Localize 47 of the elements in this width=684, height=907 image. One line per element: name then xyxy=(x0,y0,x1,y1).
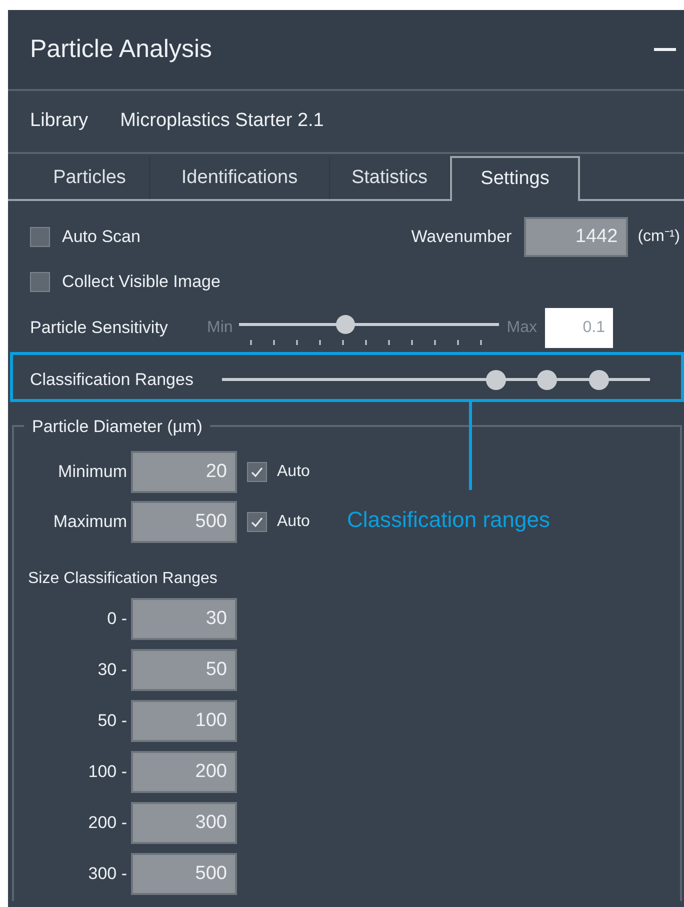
min-label: Min xyxy=(207,318,233,338)
slider-thumb[interactable] xyxy=(486,370,506,390)
max-label: Max xyxy=(506,318,538,338)
library-value: Microplastics Starter 2.1 xyxy=(120,109,324,134)
checkbox[interactable] xyxy=(30,272,50,292)
tab[interactable]: Identifications xyxy=(150,157,330,199)
input-field[interactable]: 20 xyxy=(131,451,237,493)
section-title: Size Classification Ranges xyxy=(28,569,218,589)
slider-track[interactable] xyxy=(238,323,499,326)
range-label: 200 - xyxy=(87,812,128,834)
input-field[interactable]: 1442 xyxy=(524,217,628,257)
range-label: 50 - xyxy=(96,710,128,732)
range-label: 30 - xyxy=(96,658,128,681)
input-field[interactable]: 500 xyxy=(131,501,237,543)
annotation-label: Classification ranges xyxy=(347,506,550,534)
checkbox-label: Auto xyxy=(277,512,310,532)
range-label: 300 - xyxy=(87,862,128,885)
checkbox[interactable] xyxy=(30,227,50,247)
input-field[interactable]: 300 xyxy=(131,802,237,844)
slider-thumb[interactable] xyxy=(336,315,356,334)
check-icon xyxy=(250,515,264,529)
range-label: 0 - xyxy=(106,608,128,630)
panel-title: Particle Analysis xyxy=(30,34,212,65)
checkbox-label: Auto Scan xyxy=(62,226,140,248)
input-field[interactable]: 0.1 xyxy=(545,308,614,348)
tab[interactable]: Particles xyxy=(30,157,150,199)
input-field[interactable]: 200 xyxy=(131,750,237,792)
slider-thumb[interactable] xyxy=(537,370,558,390)
input-field[interactable]: 100 xyxy=(131,700,237,742)
checkbox-label: Collect Visible Image xyxy=(62,271,220,294)
checkbox[interactable] xyxy=(247,512,267,532)
checkbox[interactable] xyxy=(247,462,267,482)
slider-label: Particle Sensitivity xyxy=(30,317,169,340)
input-field[interactable]: 30 xyxy=(131,598,237,640)
input-field[interactable]: 500 xyxy=(131,852,237,894)
input-field[interactable]: 50 xyxy=(131,648,237,690)
check-icon xyxy=(250,465,264,479)
tab[interactable]: Settings xyxy=(450,156,580,201)
field-label: Minimum xyxy=(57,461,128,484)
slider-thumb[interactable] xyxy=(588,370,609,390)
field-label: Maximum xyxy=(52,511,128,534)
slider-label: Classification Ranges xyxy=(30,369,194,392)
unit-label: (cm⁻¹) xyxy=(638,227,680,247)
range-label: 100 - xyxy=(87,760,128,783)
field-label: Wavenumber xyxy=(411,226,512,248)
library-label: Library xyxy=(30,109,88,134)
checkbox-label: Auto xyxy=(277,462,310,482)
